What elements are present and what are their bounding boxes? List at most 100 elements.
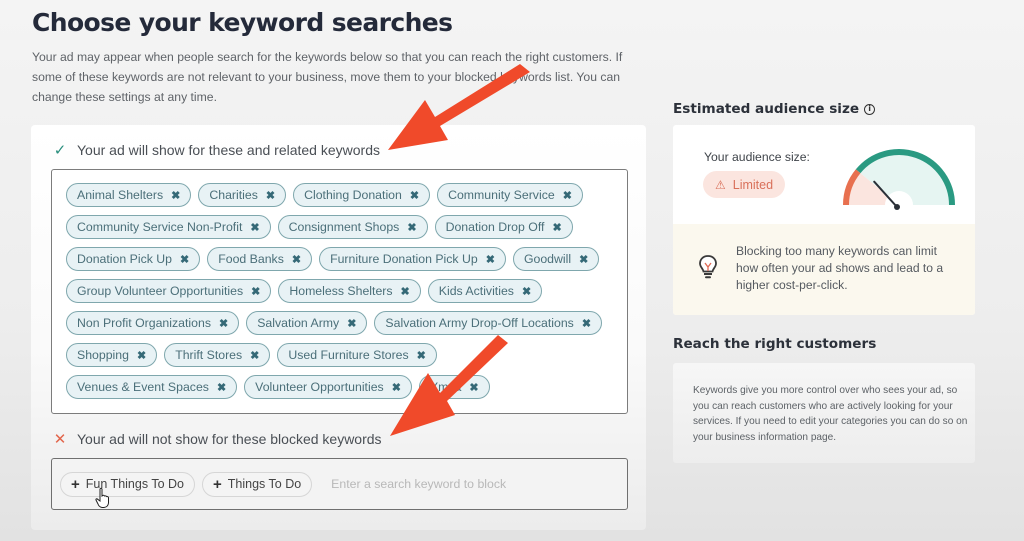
keyword-label: Salvation Army Drop-Off Locations <box>385 316 574 330</box>
allowed-header-text: Your ad will show for these and related … <box>77 142 380 158</box>
remove-keyword-icon[interactable]: ✖ <box>251 285 260 298</box>
gauge-hub <box>894 204 900 210</box>
keyword-label: Homeless Shelters <box>289 284 393 298</box>
keyword-tag: Consignment Shops ✖ <box>277 215 428 239</box>
reach-section-title: Reach the right customers <box>673 336 877 352</box>
keyword-label: Non Profit Organizations <box>77 316 211 330</box>
page-title: Choose your keyword searches <box>32 8 453 37</box>
remove-keyword-icon[interactable]: ✖ <box>582 317 591 330</box>
remove-keyword-icon[interactable]: ✖ <box>469 381 478 394</box>
keyword-tag: Salvation Army Drop-Off Locations ✖ <box>374 311 603 335</box>
info-icon[interactable]: i <box>864 103 876 115</box>
suggestion-chip[interactable]: + Fun Things To Do <box>60 471 195 497</box>
block-keyword-input[interactable] <box>319 477 619 491</box>
allowed-keywords-list: Animal Shelters ✖ Charities ✖ Clothing Donat… <box>51 169 628 414</box>
tip-text: Blocking too many keywords can limit how… <box>736 244 944 292</box>
plus-icon: + <box>212 475 222 493</box>
remove-keyword-icon[interactable]: ✖ <box>407 221 416 234</box>
keyword-tag: Clothing Donation ✖ <box>293 183 431 207</box>
remove-keyword-icon[interactable]: ✖ <box>292 253 301 266</box>
audience-card: Your audience size: ⚠ Limited Blocking t… <box>673 125 975 315</box>
audience-section-title: Estimated audience size i <box>673 101 876 117</box>
remove-keyword-icon[interactable]: ✖ <box>552 221 561 234</box>
keyword-tag: Thrift Stores ✖ <box>164 343 271 367</box>
keyword-label: Used Furniture Stores <box>288 348 409 362</box>
remove-keyword-icon[interactable]: ✖ <box>392 381 401 394</box>
keyword-tag: Goodwill ✖ <box>512 247 600 271</box>
remove-keyword-icon[interactable]: ✖ <box>563 189 572 202</box>
keyword-label: Clothing Donation <box>304 188 402 202</box>
remove-keyword-icon[interactable]: ✖ <box>266 189 275 202</box>
remove-keyword-icon[interactable]: ✖ <box>137 349 146 362</box>
keyword-tag: Community Service ✖ <box>437 183 583 207</box>
x-icon: ✕ <box>53 431 67 448</box>
keyword-tag: Homeless Shelters ✖ <box>278 279 421 303</box>
remove-keyword-icon[interactable]: ✖ <box>401 285 410 298</box>
remove-keyword-icon[interactable]: ✖ <box>180 253 189 266</box>
keyword-tag: Salvation Army ✖ <box>246 311 368 335</box>
hand-cursor-icon <box>95 487 109 508</box>
lightbulb-icon <box>699 255 717 279</box>
keyword-tag: Ymca ✖ <box>418 375 490 399</box>
keyword-tag: Furniture Donation Pick Up ✖ <box>319 247 506 271</box>
remove-keyword-icon[interactable]: ✖ <box>250 349 259 362</box>
keyword-tag: Animal Shelters ✖ <box>66 183 192 207</box>
status-badge-text: Limited <box>732 177 774 192</box>
keyword-label: Thrift Stores <box>175 348 243 362</box>
remove-keyword-icon[interactable]: ✖ <box>417 349 426 362</box>
keyword-label: Venues & Event Spaces <box>77 380 209 394</box>
tip-box: Blocking too many keywords can limit how… <box>673 224 975 315</box>
keyword-tag: Food Banks ✖ <box>207 247 313 271</box>
keyword-label: Goodwill <box>523 252 572 266</box>
keyword-tag: Donation Pick Up ✖ <box>66 247 201 271</box>
remove-keyword-icon[interactable]: ✖ <box>522 285 531 298</box>
keyword-tag: Venues & Event Spaces ✖ <box>66 375 238 399</box>
remove-keyword-icon[interactable]: ✖ <box>250 221 259 234</box>
keyword-tag: Kids Activities ✖ <box>427 279 543 303</box>
keywords-card: ✓ Your ad will show for these and relate… <box>31 125 646 530</box>
remove-keyword-icon[interactable]: ✖ <box>347 317 356 330</box>
keyword-tag: Non Profit Organizations ✖ <box>66 311 240 335</box>
keyword-label: Ymca <box>429 380 462 394</box>
keyword-tag: Donation Drop Off ✖ <box>434 215 573 239</box>
keyword-label: Furniture Donation Pick Up <box>330 252 478 266</box>
keyword-tag: Volunteer Opportunities ✖ <box>244 375 412 399</box>
keyword-label: Group Volunteer Opportunities <box>77 284 244 298</box>
keyword-label: Shopping <box>77 348 129 362</box>
keyword-tag: Shopping ✖ <box>66 343 158 367</box>
keyword-label: Volunteer Opportunities <box>255 380 384 394</box>
keyword-label: Charities <box>209 188 258 202</box>
remove-keyword-icon[interactable]: ✖ <box>579 253 588 266</box>
blocked-keywords-header: ✕ Your ad will not show for these blocke… <box>53 430 382 448</box>
keyword-tag: Charities ✖ <box>198 183 287 207</box>
suggestion-chip[interactable]: + Things To Do <box>201 471 313 497</box>
status-badge: ⚠ Limited <box>703 171 786 198</box>
keyword-tag: Community Service Non-Profit ✖ <box>66 215 271 239</box>
keyword-label: Community Service <box>448 188 555 202</box>
keyword-label: Consignment Shops <box>288 220 400 234</box>
blocked-header-text: Your ad will not show for these blocked … <box>77 431 382 447</box>
remove-keyword-icon[interactable]: ✖ <box>410 189 419 202</box>
plus-icon: + <box>71 475 80 493</box>
remove-keyword-icon[interactable]: ✖ <box>219 317 228 330</box>
keyword-label: Community Service Non-Profit <box>77 220 243 234</box>
audience-size-label: Your audience size: <box>704 150 810 164</box>
warning-icon: ⚠ <box>715 177 726 192</box>
audience-title-text: Estimated audience size <box>673 101 860 117</box>
remove-keyword-icon[interactable]: ✖ <box>171 189 180 202</box>
audience-gauge <box>843 149 955 215</box>
keyword-label: Food Banks <box>218 252 284 266</box>
allowed-keywords-header: ✓ Your ad will show for these and relate… <box>53 141 380 159</box>
keyword-label: Salvation Army <box>257 316 340 330</box>
remove-keyword-icon[interactable]: ✖ <box>217 381 226 394</box>
keyword-label: Donation Drop Off <box>445 220 545 234</box>
keyword-tag: Used Furniture Stores ✖ <box>277 343 437 367</box>
reach-card: Keywords give you more control over who … <box>673 363 975 463</box>
remove-keyword-icon[interactable]: ✖ <box>486 253 495 266</box>
reach-text: Keywords give you more control over who … <box>693 385 968 443</box>
keyword-label: Donation Pick Up <box>77 252 173 266</box>
suggestion-label: Things To Do <box>227 477 302 491</box>
keyword-label: Kids Activities <box>438 284 514 298</box>
blocked-keywords-field: + Fun Things To Do + Things To Do <box>51 458 628 510</box>
keyword-label: Animal Shelters <box>77 188 164 202</box>
